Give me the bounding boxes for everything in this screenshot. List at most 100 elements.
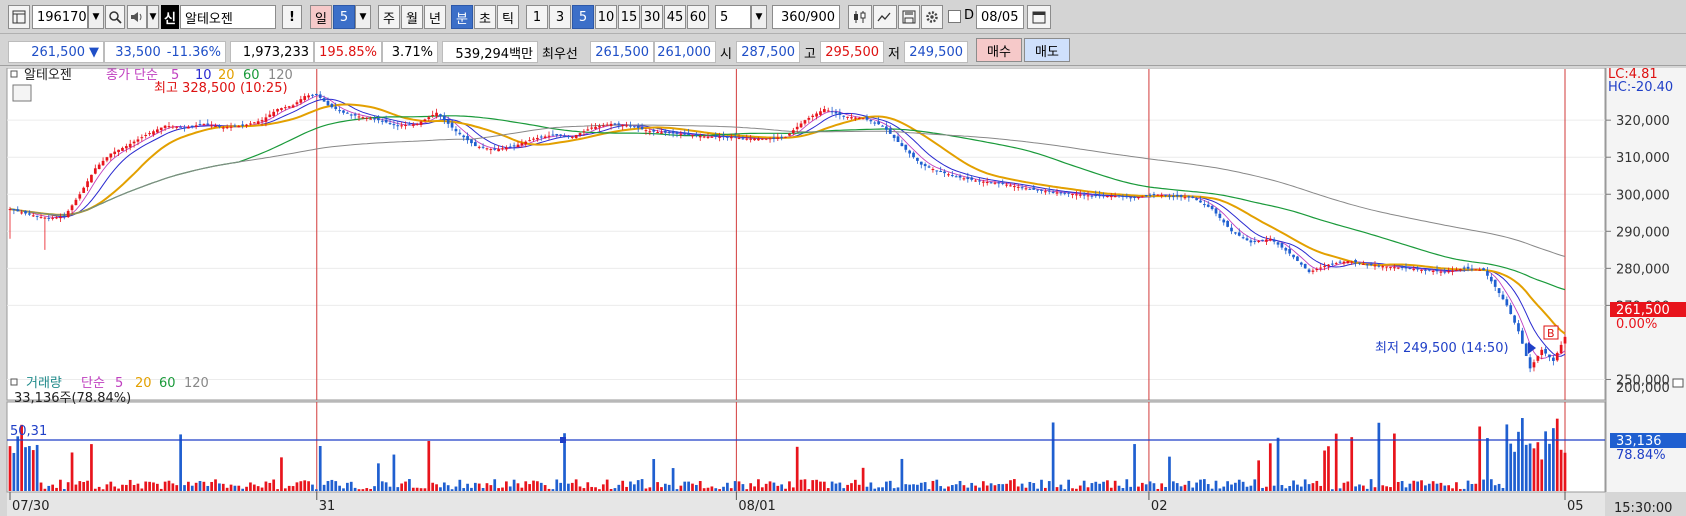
candle-body <box>888 128 892 134</box>
volume-legend-ma-60: 60 <box>159 376 176 391</box>
volume-bar <box>908 484 912 491</box>
volume-bar <box>757 479 760 491</box>
price-chart[interactable]: 320,000310,000300,000290,000280,000270,0… <box>0 68 1686 516</box>
buy-button[interactable]: 매수 <box>976 38 1022 62</box>
candle-body <box>1117 195 1121 197</box>
weekly-button[interactable]: 주 <box>378 5 400 29</box>
interval-3-button[interactable]: 3 <box>549 5 571 29</box>
volume-bar <box>287 485 291 491</box>
volume-bar <box>466 483 469 491</box>
gear-icon[interactable] <box>921 5 943 29</box>
candle-body <box>613 123 617 125</box>
volume-bar <box>249 482 252 491</box>
y-tick-label: 310,000 <box>1616 151 1670 166</box>
bar-count-input[interactable]: 360/900 <box>772 5 840 29</box>
top-toolbar: 196170 ▼ ▼ 신 알테오젠 ! 일 5 ▼ 주 월 년 분 초 틱 1 … <box>0 0 1686 34</box>
candle-body <box>1513 315 1516 323</box>
sell-button[interactable]: 매도 <box>1024 38 1070 62</box>
candle-body <box>241 124 245 126</box>
candle-type-icon[interactable] <box>848 5 872 29</box>
candle-body <box>20 212 23 214</box>
alert-button[interactable]: ! <box>282 5 302 29</box>
volume-bar <box>950 485 954 491</box>
candle-body <box>1354 260 1357 263</box>
candle-body <box>892 134 896 138</box>
candle-body <box>431 114 435 117</box>
candle-body <box>640 126 644 130</box>
candle-body <box>276 109 279 112</box>
calendar-icon[interactable] <box>1027 5 1051 29</box>
candle-body <box>1478 269 1482 271</box>
layout-icon[interactable] <box>8 5 30 29</box>
volume-bar <box>245 486 248 491</box>
grid-table-icon[interactable] <box>12 84 32 102</box>
volume-bar <box>919 482 923 491</box>
volume-line-handle[interactable] <box>560 437 566 443</box>
volume-bar <box>1148 481 1152 491</box>
candle-body <box>745 138 749 140</box>
candle-body <box>970 177 974 180</box>
date-checkbox[interactable] <box>948 10 961 23</box>
interval-30-button[interactable]: 30 <box>641 5 663 29</box>
stock-code-input[interactable]: 196170 <box>32 5 88 29</box>
candle-body <box>954 176 958 178</box>
minute-button[interactable]: 분 <box>451 5 473 29</box>
volume-bar <box>644 488 648 491</box>
legend-stock-name: 알테오젠 <box>24 68 72 83</box>
candle-body <box>210 125 213 127</box>
line-chart-icon[interactable] <box>873 5 897 29</box>
sin-badge[interactable]: 신 <box>161 5 179 29</box>
volume-bar <box>1164 487 1167 491</box>
volume-bar <box>1447 485 1451 491</box>
speaker-dropdown-button[interactable]: ▼ <box>147 5 159 29</box>
candle-body <box>780 136 784 138</box>
yearly-button[interactable]: 년 <box>424 5 446 29</box>
interval-5-button[interactable]: 5 <box>572 5 594 29</box>
interval-10-button[interactable]: 10 <box>595 5 617 29</box>
interval-1-button[interactable]: 1 <box>526 5 548 29</box>
volume-bar <box>404 481 407 491</box>
candle-body <box>605 124 609 126</box>
interval-45-button[interactable]: 45 <box>664 5 686 29</box>
y-tick-label: 300,000 <box>1616 188 1670 203</box>
candle-body <box>1179 195 1183 197</box>
candle-body <box>1404 266 1408 269</box>
interval-60-button[interactable]: 60 <box>687 5 709 29</box>
volume-bar <box>698 481 702 491</box>
volume-bar <box>714 488 718 491</box>
interval-input[interactable]: 5 <box>715 5 751 29</box>
volume-bar <box>1113 480 1117 491</box>
candle-body <box>667 131 671 134</box>
search-icon[interactable] <box>105 5 125 29</box>
candle-body <box>97 164 101 170</box>
volume-bar <box>214 479 217 491</box>
candle-body <box>260 120 264 122</box>
candle-body <box>287 106 291 108</box>
candle-body <box>663 130 667 133</box>
volume-bar <box>1168 456 1171 491</box>
speaker-icon[interactable] <box>127 5 147 29</box>
interval-15-button[interactable]: 15 <box>618 5 640 29</box>
candle-body <box>741 138 745 140</box>
pane-collapse-icon[interactable] <box>1672 378 1684 388</box>
x-tick-label: 02 <box>1151 499 1168 514</box>
candle-body <box>283 107 287 109</box>
interval-dropdown[interactable]: ▼ <box>751 5 767 29</box>
volume-bar <box>873 488 877 491</box>
stock-name-field[interactable]: 알테오젠 <box>180 5 276 29</box>
volume-bar <box>962 485 966 491</box>
daily-count-dropdown[interactable]: ▼ <box>355 5 371 29</box>
daily-count-input[interactable]: 5 <box>333 5 355 29</box>
date-input[interactable]: 08/05 <box>976 5 1024 29</box>
candle-body <box>1338 261 1342 263</box>
candle-body <box>950 175 954 177</box>
save-icon[interactable] <box>898 5 920 29</box>
volume-bar <box>59 479 62 491</box>
low-price: 249,500 <box>904 41 968 63</box>
monthly-button[interactable]: 월 <box>401 5 423 29</box>
daily-button[interactable]: 일 <box>310 5 332 29</box>
second-button[interactable]: 초 <box>474 5 496 29</box>
volume-bar <box>1086 487 1090 491</box>
tick-button[interactable]: 틱 <box>497 5 519 29</box>
code-dropdown-button[interactable]: ▼ <box>88 5 104 29</box>
